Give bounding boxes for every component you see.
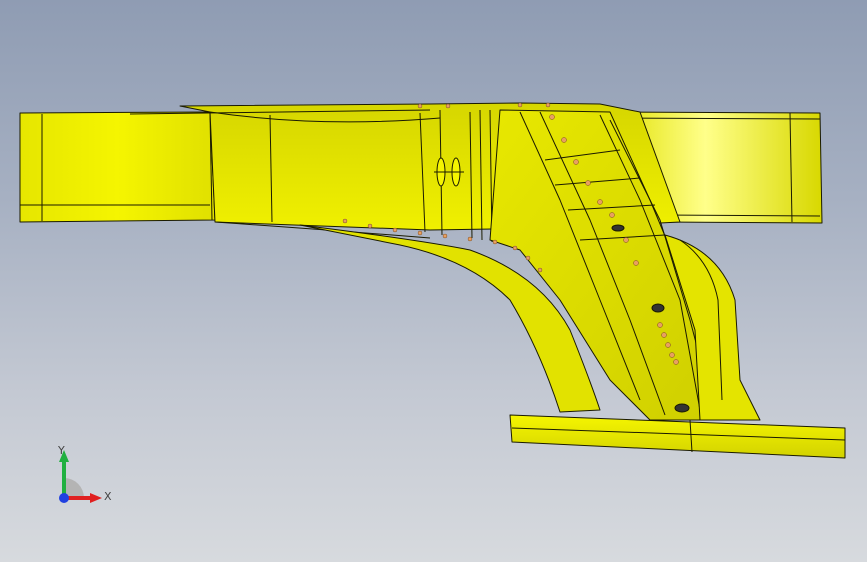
coordinate-triad: Y X [57, 444, 112, 503]
foot-plate [509, 414, 846, 459]
x-axis-label: X [104, 490, 112, 503]
graphics-viewport[interactable]: Y X [0, 0, 867, 562]
3d-part-model[interactable] [0, 0, 867, 562]
left-beam [19, 111, 216, 223]
x-axis-arrowhead [90, 493, 102, 503]
z-axis-dot [59, 493, 69, 503]
y-axis-label: Y [57, 444, 65, 457]
